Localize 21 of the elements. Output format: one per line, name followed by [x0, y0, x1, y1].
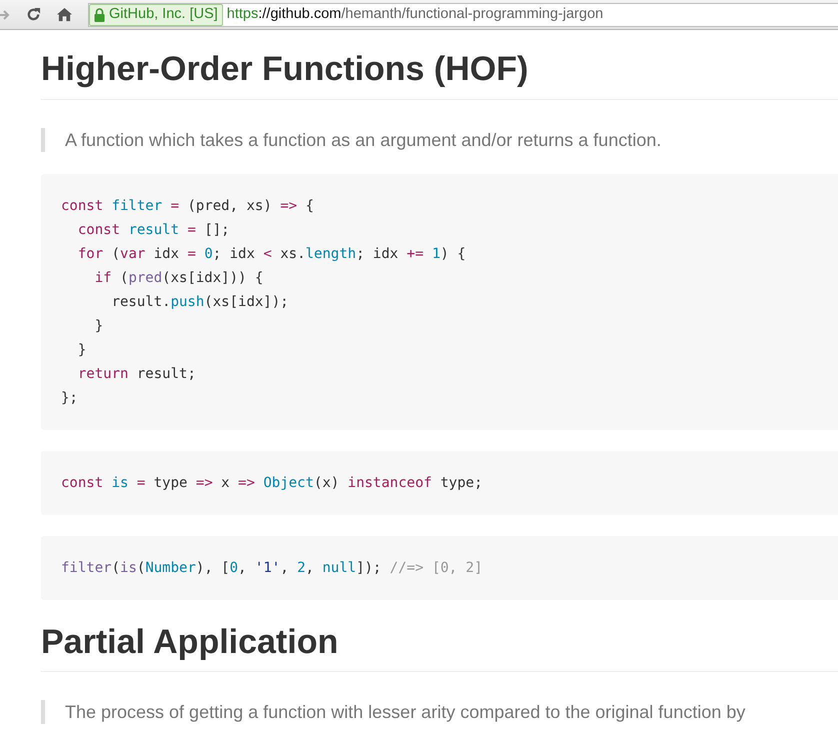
blockquote-text: A function which takes a function as an argument and/or returns a function. [41, 128, 838, 152]
reload-icon[interactable] [26, 7, 41, 22]
url-text[interactable]: https://github.com/hemanth/functional-programming-jargon [226, 4, 604, 26]
code-line: }; [61, 388, 79, 408]
blockquote-text: The process of getting a function with lesser arity compared to the original function by [41, 700, 838, 724]
address-bar[interactable]: GitHub, Inc. [US] https://github.com/hemanth/functional-programming-jargon [88, 2, 838, 26]
code-line: const result = []; [76, 220, 231, 240]
code-line: if (pred(xs[idx])) { [94, 268, 264, 288]
code-line: } [94, 316, 104, 336]
lock-icon [94, 8, 105, 22]
section-heading: Partial Application [41, 620, 838, 672]
home-icon[interactable] [57, 7, 72, 22]
security-badge[interactable]: GitHub, Inc. [US] [89, 4, 223, 26]
code-line: } [76, 340, 88, 360]
code-line: const is = type => x => Object(x) instanceof type; [61, 474, 484, 492]
code-line: for (var idx = 0; idx < xs.length; idx += 1) { [76, 244, 467, 264]
code-line: result.push(xs[idx]); [110, 292, 290, 312]
code-line: return result; [76, 364, 197, 384]
code-line: const filter = (pred, xs) => { [61, 196, 315, 216]
section-heading: Higher-Order Functions (HOF) [41, 48, 838, 100]
code-line: filter(is(Number), [0, '1', 2, null]); //=> [0, 2] [61, 558, 484, 578]
